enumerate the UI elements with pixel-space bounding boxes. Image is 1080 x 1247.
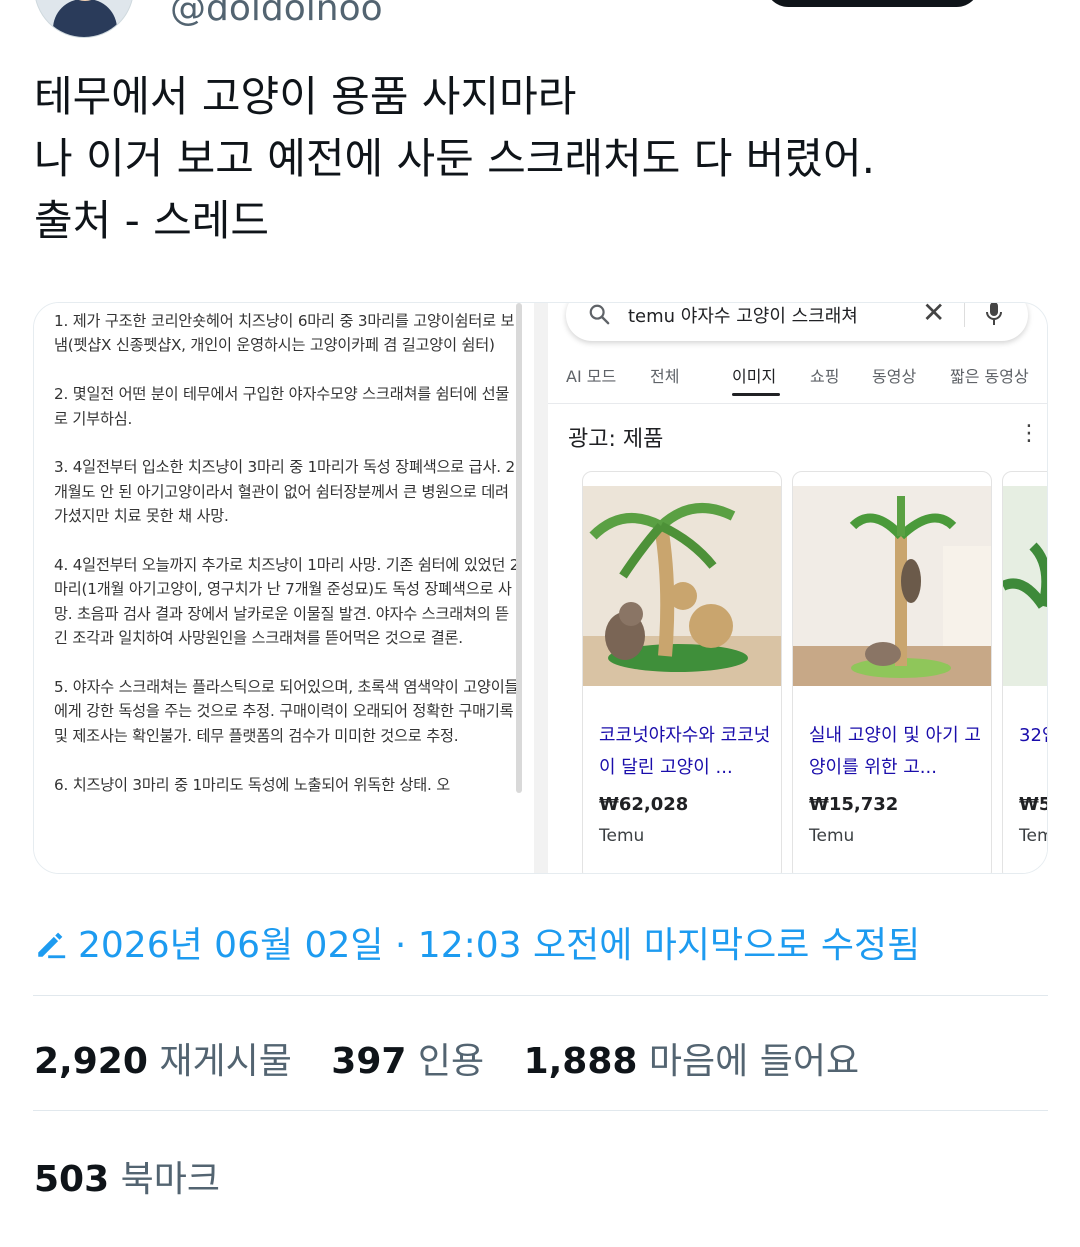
product-card[interactable]: 실내 고양이 및 아기 고양이를 위한 고... ₩15,732 Temu bbox=[792, 471, 992, 873]
search-icon bbox=[589, 304, 610, 325]
retweet-count[interactable]: 2,920 bbox=[34, 1041, 148, 1082]
microphone-icon[interactable] bbox=[984, 303, 1004, 327]
product-card[interactable]: 코코넛야자수와 코코넛이 달린 고양이 ... ₩62,028 Temu bbox=[582, 471, 782, 873]
tab-short-videos[interactable]: 짧은 동영상 bbox=[950, 363, 1029, 387]
bookmark-label: 북마크 bbox=[120, 1159, 220, 1200]
product-price: ₩15,732 bbox=[809, 794, 899, 815]
product-store: Temu bbox=[809, 826, 855, 846]
post-paragraph: 1. 제가 구조한 코리안숏헤어 치즈냥이 6마리 중 3마리를 고양이쉼터로 … bbox=[54, 312, 515, 355]
ad-heading: 광고: 제품 bbox=[568, 427, 664, 452]
post-paragraph: 6. 치즈냥이 3마리 중 1마리도 독성에 노출되어 위독한 상태. 오 bbox=[54, 775, 451, 794]
product-card[interactable]: 32인치 나무 고 ₩52,7 Temu bbox=[1002, 471, 1047, 873]
palm-scratcher-illustration bbox=[793, 486, 991, 686]
pencil-icon bbox=[38, 932, 66, 959]
quote-label[interactable]: 인용 bbox=[418, 1041, 484, 1082]
divider bbox=[33, 995, 1048, 996]
edited-note-link[interactable]: 2026년 06월 02일 · 12:03 오전에 마지막으로 수정됨 bbox=[34, 916, 920, 968]
close-icon[interactable]: ✕ bbox=[922, 303, 945, 327]
edited-note-text: 2026년 06월 02일 · 12:03 오전에 마지막으로 수정됨 bbox=[78, 925, 921, 966]
product-store: Temu bbox=[599, 826, 645, 846]
engagement-stats: 2,920 재게시물 397 인용 1,888 마음에 들어요 bbox=[34, 1032, 887, 1084]
product-image[interactable] bbox=[793, 486, 991, 686]
tweet-media[interactable]: 1. 제가 구조한 코리안숏헤어 치즈냥이 6마리 중 3마리를 고양이쉼터로 … bbox=[33, 302, 1048, 874]
palm-scratcher-illustration bbox=[1003, 486, 1047, 686]
media-image-text-post[interactable]: 1. 제가 구조한 코리안숏헤어 치즈냥이 6마리 중 3마리를 고양이쉼터로 … bbox=[34, 303, 534, 873]
tweet-text: 테무에서 고양이 용품 사지마라 나 이거 보고 예전에 사둔 스크래처도 다 … bbox=[34, 66, 1044, 252]
product-store: Temu bbox=[1019, 826, 1047, 846]
tab-all[interactable]: 전체 bbox=[650, 363, 679, 387]
product-title[interactable]: 32인치 나무 고 bbox=[1019, 720, 1047, 752]
post-text-body: 1. 제가 구조한 코리안숏헤어 치즈냥이 6마리 중 3마리를 고양이쉼터로 … bbox=[54, 309, 520, 821]
palm-scratcher-illustration bbox=[583, 486, 781, 686]
product-title[interactable]: 코코넛야자수와 코코넛이 달린 고양이 ... bbox=[599, 720, 779, 784]
author-avatar[interactable] bbox=[34, 0, 134, 38]
product-image[interactable] bbox=[583, 486, 781, 686]
product-title[interactable]: 실내 고양이 및 아기 고양이를 위한 고... bbox=[809, 720, 989, 784]
post-paragraph: 3. 4일전부터 입소한 치즈냥이 3마리 중 1마리가 독성 장폐색으로 급사… bbox=[54, 458, 515, 526]
product-price: ₩62,028 bbox=[599, 794, 689, 815]
tabs-divider bbox=[548, 403, 1047, 404]
tab-images[interactable]: 이미지 bbox=[732, 363, 776, 387]
search-bar[interactable]: temu 야자수 고양이 스크래쳐 ✕ bbox=[566, 303, 1028, 341]
product-price: ₩52,7 bbox=[1019, 794, 1047, 815]
tab-shopping[interactable]: 쇼핑 bbox=[810, 363, 839, 387]
bookmark-count: 503 bbox=[34, 1159, 110, 1200]
search-query[interactable]: temu 야자수 고양이 스크래쳐 bbox=[628, 303, 858, 328]
author-handle[interactable]: @doldolnoo bbox=[170, 0, 383, 29]
quote-count[interactable]: 397 bbox=[331, 1041, 406, 1082]
search-separator bbox=[964, 303, 965, 327]
tweet-line: 테무에서 고양이 용품 사지마라 bbox=[34, 72, 577, 121]
media-divider bbox=[534, 303, 548, 873]
bookmark-stats[interactable]: 503 북마크 bbox=[34, 1150, 220, 1202]
like-count[interactable]: 1,888 bbox=[524, 1041, 638, 1082]
product-image[interactable] bbox=[1003, 486, 1047, 686]
retweet-label[interactable]: 재게시물 bbox=[159, 1041, 291, 1082]
active-tab-indicator bbox=[732, 393, 780, 396]
tab-ai-mode[interactable]: AI 모드 bbox=[566, 363, 616, 387]
tweet-line: 나 이거 보고 예전에 사둔 스크래처도 다 버렸어. bbox=[34, 134, 875, 183]
post-paragraph: 2. 몇일전 어떤 분이 테무에서 구입한 야자수모양 스크래쳐를 쉼터에 선물… bbox=[54, 385, 510, 428]
like-label[interactable]: 마음에 들어요 bbox=[649, 1041, 859, 1082]
follow-button[interactable] bbox=[765, 0, 980, 7]
divider bbox=[33, 1110, 1048, 1111]
media-image-search-results[interactable]: temu 야자수 고양이 스크래쳐 ✕ AI 모드 전체 이미지 쇼핑 동영상 … bbox=[548, 303, 1047, 873]
scrollbar[interactable] bbox=[516, 303, 522, 793]
avatar-body bbox=[53, 0, 117, 37]
tweet-line: 출처 - 스레드 bbox=[34, 196, 270, 245]
more-options-icon[interactable]: ⋮ bbox=[1018, 423, 1040, 445]
post-paragraph: 4. 4일전부터 오늘까지 추가로 치즈냥이 1마리 사망. 기존 쉼터에 있었… bbox=[54, 556, 520, 648]
tab-videos[interactable]: 동영상 bbox=[872, 363, 916, 387]
post-paragraph: 5. 야자수 스크래쳐는 플라스틱으로 되어있으며, 초록색 염색약이 고양이들… bbox=[54, 678, 519, 745]
